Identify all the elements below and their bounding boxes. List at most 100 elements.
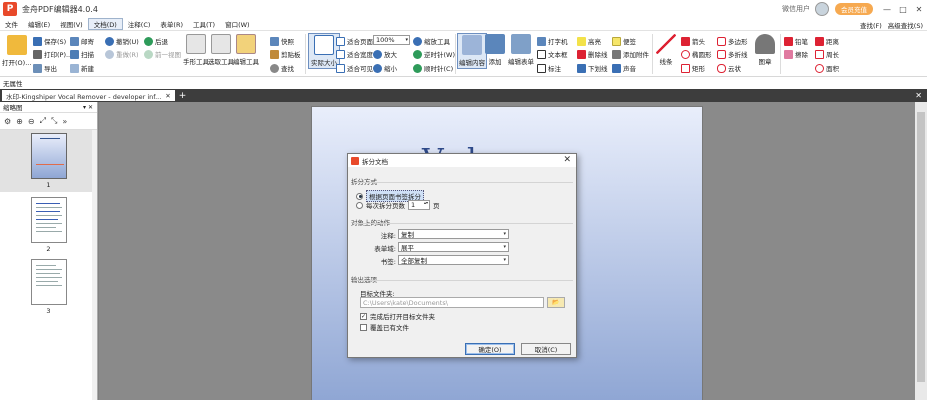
zoom-tool-button[interactable]: 缩放工具 [413,36,450,46]
strikeout-button[interactable]: 删除线 [577,49,608,59]
browse-folder-button[interactable]: 📂 [547,297,565,308]
close-tab-icon[interactable]: ✕ [165,92,170,100]
panel-controls[interactable]: ▾ ✕ [83,104,93,111]
new-tab-button[interactable]: + [179,91,187,101]
target-folder-input[interactable]: C:\Users\kate\Documents\ [360,297,544,308]
radio-selected[interactable] [356,192,363,200]
highlight-button[interactable]: 高亮 [577,36,601,46]
user-name[interactable]: 微信用户 [782,4,810,14]
fit-visible-button[interactable]: 适合可见 [336,63,373,73]
find-button[interactable]: 查找(F) [860,20,882,30]
vertical-scrollbar[interactable] [915,102,927,400]
more-icon[interactable]: » [62,117,67,126]
polygon-button[interactable]: 多边形 [717,36,748,46]
hand-tool-button[interactable]: 手形工具 [183,34,209,66]
split-by-pages-option[interactable]: 每次拆分页数 1 页 [356,200,440,210]
pencil-button[interactable]: 铅笔 [784,36,808,46]
radio-unselected[interactable] [356,201,363,209]
add-button[interactable]: 添加 [485,34,505,66]
rotate-left-thumb-icon[interactable]: ⤢ [40,116,46,126]
clipboard-button[interactable]: 剪贴板 [270,49,301,59]
pages-stepper[interactable]: 1 [408,200,430,210]
eraser-button[interactable]: 擦除 [784,49,808,59]
distance-button[interactable]: 距离 [815,36,839,46]
form-field-select[interactable]: 展平 ▾ [398,242,509,252]
callout-button[interactable]: 标注 [537,63,561,73]
perimeter-button[interactable]: 周长 [815,49,839,59]
open-after-option[interactable]: ✓ 完成后打开目标文件夹 [360,311,435,321]
vip-button[interactable]: 会员充值 [835,3,873,15]
cancel-button[interactable]: 取消(C) [521,343,571,355]
new-button[interactable]: 新建 [70,63,94,73]
attach-button[interactable]: 添加附件 [612,49,649,59]
zoom-out-button[interactable]: 缩小 [373,63,397,73]
fit-width-button[interactable]: 适合宽度 [336,49,373,59]
edit-tool-button[interactable]: 编辑工具 [233,34,259,66]
thumbnail-page-2[interactable]: 2 [0,194,97,254]
edit-content-button[interactable]: 编辑内容 [457,33,487,69]
cloud-button[interactable]: 云状 [717,63,741,73]
edit-form-button[interactable]: 编辑表单 [508,34,534,66]
overwrite-checkbox[interactable] [360,323,367,331]
thumbnail-scrollbar[interactable] [92,130,97,400]
line-button[interactable]: 线条 [656,34,676,66]
rotate-cw-button[interactable]: 顺时针(C) [413,63,453,73]
close-all-tabs-button[interactable]: ✕ [915,91,922,100]
avatar[interactable] [815,2,829,16]
overwrite-option[interactable]: 覆盖已有文件 [360,322,409,332]
underline-button[interactable]: 下划线 [577,63,608,73]
print-button[interactable]: 打印(P)... [33,49,72,59]
menu-window[interactable]: 窗口(W) [220,18,255,30]
rectangle-button[interactable]: 矩形 [681,63,705,73]
arrow-button[interactable]: 箭头 [681,36,705,46]
minimize-button[interactable]: — [879,0,895,18]
scan-button[interactable]: 扫描 [70,49,94,59]
polyline-button[interactable]: 多折线 [717,49,748,59]
scrollbar-thumb[interactable] [917,112,925,382]
menu-comment[interactable]: 注释(C) [123,18,156,30]
save-button[interactable]: 保存(S) [33,36,66,46]
sound-button[interactable]: 声音 [612,63,636,73]
maximize-button[interactable]: □ [895,0,911,18]
redo-button[interactable]: 重做(R) [105,49,139,59]
rotate-ccw-button[interactable]: 逆时针(W) [413,49,455,59]
open-after-checkbox[interactable]: ✓ [360,312,367,320]
annotation-select[interactable]: 复制 ▾ [398,229,509,239]
zoom-in-button[interactable]: 放大 [373,49,397,59]
open-button[interactable]: 打开(O)... [2,35,31,67]
zoom-out-thumb-icon[interactable]: ⊖ [28,117,35,126]
bookmark-select[interactable]: 全部复制 ▾ [398,255,509,265]
rotate-right-thumb-icon[interactable]: ⤡ [51,116,57,126]
mail-button[interactable]: 邮寄 [70,36,94,46]
menu-form[interactable]: 表单(R) [155,18,188,30]
close-window-button[interactable]: ✕ [911,0,927,18]
export-button[interactable]: 导出 [33,63,57,73]
typewriter-button[interactable]: 打字机 [537,36,568,46]
menu-view[interactable]: 视图(V) [55,18,88,30]
zoom-in-thumb-icon[interactable]: ⊕ [16,117,23,126]
menu-file[interactable]: 文件 [0,18,23,30]
stamp-button[interactable]: 图章 [755,34,775,66]
dialog-close-button[interactable]: ✕ [563,155,571,165]
area-button[interactable]: 面积 [815,63,839,73]
previous-view-button[interactable]: 前一视图 [144,49,181,59]
snapshot-button[interactable]: 快照 [270,36,294,46]
ok-button[interactable]: 确定(O) [465,343,515,355]
thumbnail-page-1[interactable]: 1 [0,130,97,192]
note-button[interactable]: 便签 [612,36,636,46]
textbox-button[interactable]: 文本框 [537,49,568,59]
select-tool-button[interactable]: 选取工具 [208,34,234,66]
zoom-select[interactable]: 100% ▾ [373,35,410,45]
thumbnail-page-3[interactable]: 3 [0,256,97,316]
undo-button[interactable]: 撤销(U) [105,36,139,46]
document-tab[interactable]: 水印-Kingshiper Vocal Remover - developer … [2,90,175,101]
menu-document[interactable]: 文档(D) [87,18,123,30]
ellipse-button[interactable]: 椭圆形 [681,49,712,59]
menu-edit[interactable]: 编辑(E) [23,18,55,30]
back-button[interactable]: 后退 [144,36,168,46]
fit-page-button[interactable]: 适合页面 [336,36,373,46]
menu-tools[interactable]: 工具(T) [188,18,220,30]
settings-icon[interactable]: ⚙ [4,117,11,126]
find-tool-button[interactable]: 查找 [270,63,294,73]
advanced-find-button[interactable]: 高级查找(S) [888,20,923,30]
